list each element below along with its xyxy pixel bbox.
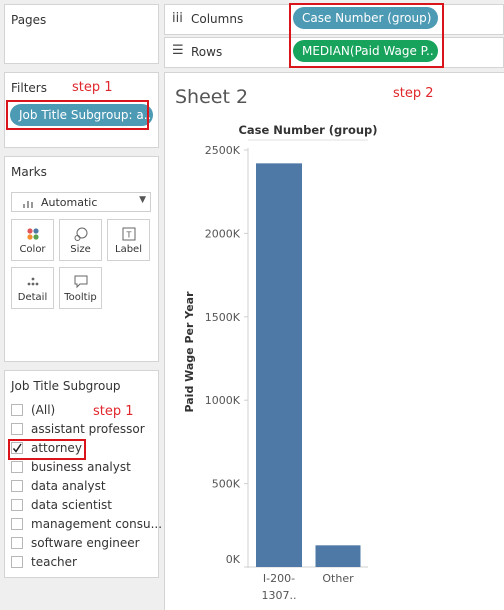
color-button[interactable]: Color xyxy=(11,219,54,261)
checkbox[interactable] xyxy=(11,537,23,549)
checkbox[interactable] xyxy=(11,518,23,530)
tooltip-button[interactable]: Tooltip xyxy=(59,267,102,309)
checkbox[interactable] xyxy=(11,461,23,473)
color-label: Color xyxy=(19,244,46,255)
checkbox[interactable] xyxy=(11,404,23,416)
filter-item-label: software engineer xyxy=(31,536,140,550)
filter-item-label: data analyst xyxy=(31,479,106,493)
label-label: Label xyxy=(115,244,142,255)
columns-label: Columns xyxy=(191,12,244,26)
pages-card: Pages xyxy=(4,4,159,64)
mark-type-label: Automatic xyxy=(41,196,98,209)
marks-title: Marks xyxy=(11,165,47,179)
filter-item-label: management consu... xyxy=(31,517,163,531)
filters-title: Filters xyxy=(11,81,47,95)
filter-pill-highlight xyxy=(6,100,149,130)
checkbox[interactable] xyxy=(11,499,23,511)
rows-label: Rows xyxy=(191,45,223,59)
detail-label: Detail xyxy=(17,292,48,303)
pages-title: Pages xyxy=(11,13,47,27)
step1-checkbox-annotation: step 1 xyxy=(93,404,134,419)
filter-card-title: Job Title Subgroup xyxy=(11,379,121,393)
chevron-down-icon: ▼ xyxy=(139,195,146,205)
checkbox[interactable] xyxy=(11,556,23,568)
checkbox[interactable] xyxy=(11,423,23,435)
filter-item-label: teacher xyxy=(31,555,77,569)
bar-chart-icon xyxy=(23,201,33,208)
svg-text:T: T xyxy=(126,231,132,240)
filter-item-label: assistant professor xyxy=(31,422,145,436)
shelves-highlight xyxy=(289,3,444,68)
color-icon xyxy=(27,228,39,240)
mark-type-dropdown[interactable]: Automatic ▼ xyxy=(11,192,151,212)
detail-button[interactable]: Detail xyxy=(11,267,54,309)
label-icon: T xyxy=(122,227,136,241)
step2-annotation: step 2 xyxy=(393,86,434,101)
detail-icon xyxy=(27,277,39,286)
size-label: Size xyxy=(70,244,91,255)
filter-item-label: data scientist xyxy=(31,498,113,512)
rows-icon: ☰ xyxy=(172,43,184,58)
step1-filter-annotation: step 1 xyxy=(72,80,113,95)
checkbox[interactable] xyxy=(11,480,23,492)
label-button[interactable]: T Label xyxy=(107,219,150,261)
tooltip-label: Tooltip xyxy=(64,292,97,303)
filter-item-label: business analyst xyxy=(31,460,131,474)
sheet-title: Sheet 2 xyxy=(175,86,249,108)
size-icon xyxy=(74,227,88,241)
size-button[interactable]: Size xyxy=(59,219,102,261)
filter-item-label: (All) xyxy=(31,403,56,417)
sheet-canvas xyxy=(164,72,504,610)
tooltip-icon xyxy=(74,275,88,289)
columns-icon: iii xyxy=(172,11,183,26)
attorney-highlight xyxy=(8,439,86,460)
